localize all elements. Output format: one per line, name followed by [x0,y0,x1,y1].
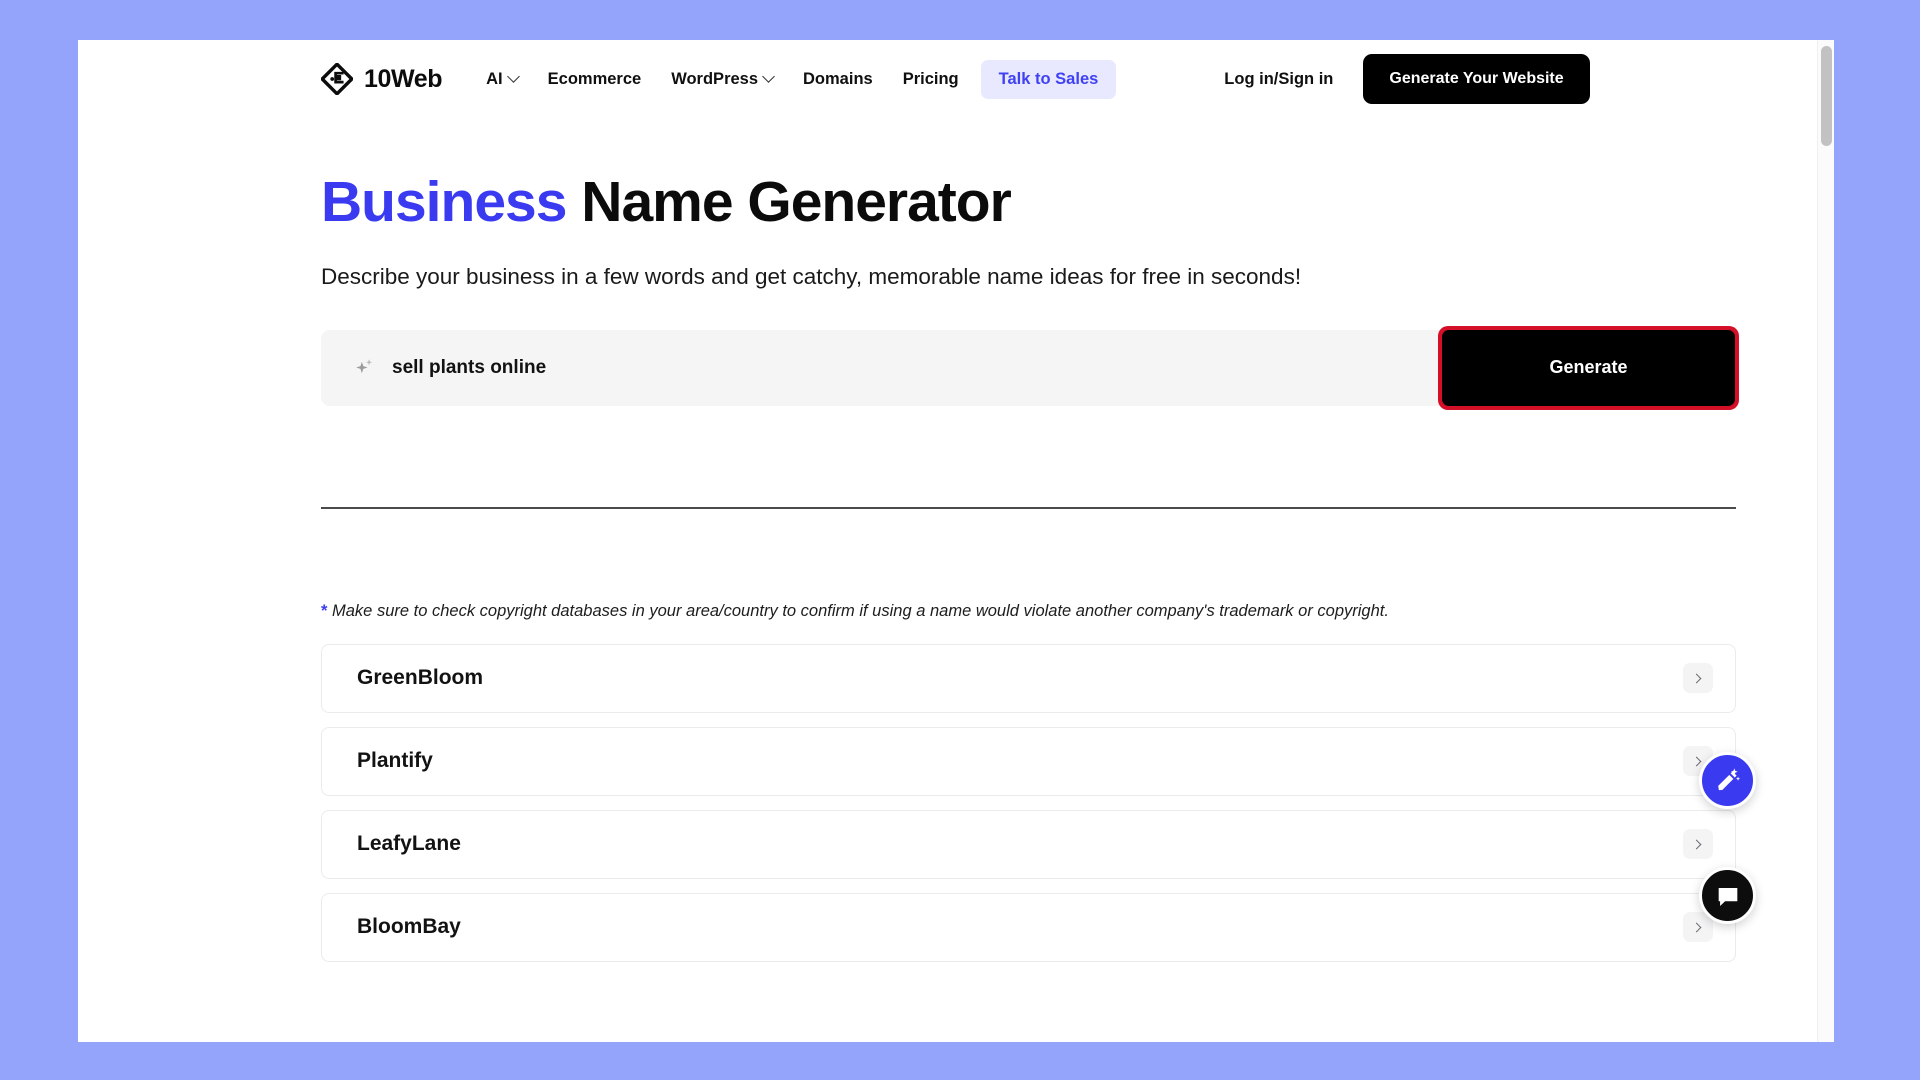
nav-item-label: Pricing [902,69,959,88]
result-name: Plantify [357,749,433,773]
magic-pencil-icon [1717,767,1740,790]
chevron-down-icon [762,69,775,83]
page-title-accent: Business [321,170,567,234]
nav-item-pricing[interactable]: Pricing [903,70,959,89]
chevron-right-icon[interactable] [1683,829,1713,860]
site-header: 10Web AI Ecommerce WordPress Domains Pri… [78,40,1834,118]
sparkle-icon [356,359,373,374]
table-row[interactable]: BloomBay [321,892,1736,962]
table-row[interactable]: LeafyLane [321,809,1736,879]
nav-item-label: Domains [803,69,873,88]
table-row[interactable]: Plantify [321,726,1736,796]
prompt-bar: sell plants online Generate [321,325,1739,410]
browser-viewport: 10Web AI Ecommerce WordPress Domains Pri… [78,40,1834,1042]
brand-name: 10Web [364,64,443,93]
nav-item-domains[interactable]: Domains [803,70,873,89]
page-subtitle: Describe your business in a few words an… [321,263,1302,289]
header-actions: Log in/Sign in Generate Your Website [1224,54,1590,104]
result-name: GreenBloom [357,666,484,690]
generate-your-website-button[interactable]: Generate Your Website [1363,54,1590,104]
chevron-down-icon [506,69,520,83]
login-signin-link[interactable]: Log in/Sign in [1224,70,1333,89]
brand-logo-link[interactable]: 10Web [321,63,443,95]
section-divider [321,506,1736,509]
generate-button-highlight: Generate [1438,325,1739,410]
prompt-input-area[interactable]: sell plants online [321,357,546,379]
vertical-scrollbar[interactable] [1817,40,1834,1042]
scrollbar-thumb[interactable] [1821,46,1832,146]
copyright-disclaimer: * Make sure to check copyright databases… [321,602,1736,621]
nav-item-label: WordPress [671,69,759,88]
talk-to-sales-button[interactable]: Talk to Sales [980,59,1117,99]
disclaimer-text: Make sure to check copyright databases i… [327,601,1389,620]
chat-bubble-icon [1718,887,1737,906]
nav-item-label: AI [486,69,503,88]
result-name: LeafyLane [357,832,461,856]
page-title-rest: Name Generator [566,170,1012,234]
nav-item-wordpress[interactable]: WordPress [671,69,775,89]
result-name: BloomBay [357,915,461,939]
page-title: Business Name Generator [321,170,1736,234]
chevron-right-icon[interactable] [1683,663,1713,694]
nav-item-label: Ecommerce [547,69,642,88]
main-content: Business Name Generator Describe your bu… [78,170,1834,962]
main-navigation: AI Ecommerce WordPress Domains Pricing [486,70,959,89]
name-results-list: GreenBloom Plantify LeafyLane BloomBay [321,643,1736,962]
ai-assistant-fab[interactable] [1699,752,1756,809]
generate-button[interactable]: Generate [1442,329,1735,406]
10web-diamond-logo-icon [321,63,353,95]
table-row[interactable]: GreenBloom [321,643,1736,713]
prompt-input-value[interactable]: sell plants online [392,357,546,379]
chat-widget-fab[interactable] [1699,867,1756,924]
nav-item-ecommerce[interactable]: Ecommerce [548,70,642,89]
nav-item-ai[interactable]: AI [486,69,520,89]
